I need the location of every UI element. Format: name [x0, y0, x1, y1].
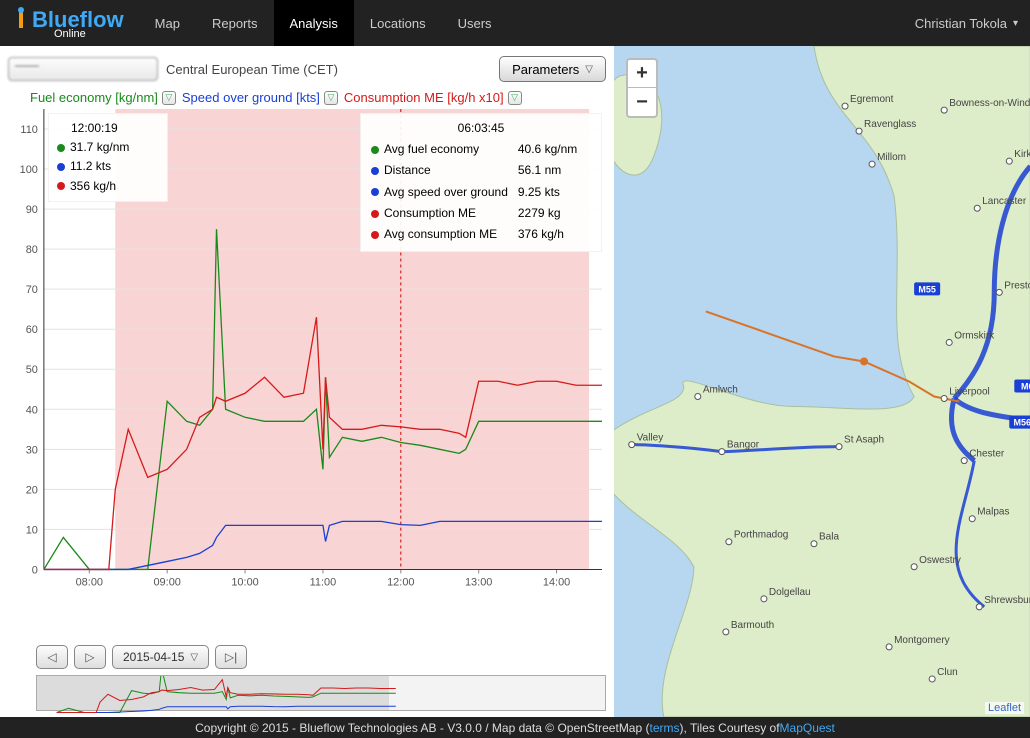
- footer-text: Copyright © 2015 - Blueflow Technologies…: [195, 721, 649, 735]
- svg-text:Lancaster: Lancaster: [982, 196, 1027, 207]
- timezone-label: Central European Time (CET): [166, 62, 338, 77]
- svg-text:M55: M55: [918, 284, 936, 294]
- svg-text:Shrewsbury: Shrewsbury: [984, 595, 1030, 606]
- date-picker[interactable]: 2015-04-15 ▽: [112, 645, 209, 669]
- nav-reports[interactable]: Reports: [196, 0, 274, 46]
- brand-icon: [12, 6, 30, 34]
- date-label: 2015-04-15: [123, 650, 184, 664]
- parameters-button[interactable]: Parameters ▽: [499, 56, 606, 82]
- svg-text:80: 80: [26, 244, 38, 256]
- svg-text:M6: M6: [1021, 382, 1030, 392]
- svg-text:Valley: Valley: [637, 433, 664, 444]
- leaflet-attrib[interactable]: Leaflet: [985, 702, 1024, 714]
- legend-speed[interactable]: Speed over ground [kts]: [182, 90, 320, 105]
- nav-items: Map Reports Analysis Locations Users: [139, 0, 508, 46]
- svg-text:Bangor: Bangor: [727, 440, 760, 451]
- zoom-out-button[interactable]: −: [628, 88, 656, 116]
- svg-text:12:00: 12:00: [387, 576, 414, 588]
- legend-speed-toggle[interactable]: ▽: [324, 91, 338, 105]
- svg-text:Porthmadog: Porthmadog: [734, 530, 788, 541]
- svg-text:50: 50: [26, 364, 38, 376]
- svg-text:60: 60: [26, 324, 38, 336]
- svg-text:10: 10: [26, 524, 38, 536]
- overview-chart[interactable]: [36, 675, 606, 711]
- svg-text:40: 40: [26, 404, 38, 416]
- chevron-down-icon: ▽: [585, 64, 593, 75]
- svg-text:Montgomery: Montgomery: [894, 635, 950, 646]
- svg-text:0: 0: [32, 564, 38, 576]
- brand-sub: Online: [54, 28, 139, 40]
- analysis-pane: —— Central European Time (CET) Parameter…: [0, 46, 614, 717]
- next-frame-button[interactable]: ▷: [74, 645, 106, 669]
- svg-text:Malpas: Malpas: [977, 507, 1009, 518]
- svg-text:Ravenglass: Ravenglass: [864, 119, 916, 130]
- caret-icon: ▾: [1013, 18, 1018, 29]
- timeline: ◁ ▷ 2015-04-15 ▽ ▷|: [8, 645, 606, 717]
- prev-frame-button[interactable]: ◁: [36, 645, 68, 669]
- svg-text:Clun: Clun: [937, 667, 958, 678]
- legend-fuel-toggle[interactable]: ▽: [162, 91, 176, 105]
- svg-text:70: 70: [26, 284, 38, 296]
- svg-text:Bala: Bala: [819, 532, 839, 543]
- legend-fuel[interactable]: Fuel economy [kg/nm]: [30, 90, 158, 105]
- map[interactable]: M55 M6 M56 Egremont Ravenglass Bowness-on-Win…: [614, 46, 1030, 717]
- svg-text:Millom: Millom: [877, 152, 906, 163]
- footer-mapquest-link[interactable]: MapQuest: [780, 721, 835, 735]
- navbar: Blueflow Online Map Reports Analysis Loc…: [0, 0, 1030, 46]
- svg-text:Amlwch: Amlwch: [703, 385, 738, 396]
- main-chart[interactable]: 0 10 20 30 40 50 60 70 80 90 100 110 08:00 09:00 10:00…: [8, 105, 606, 639]
- svg-text:Liverpool: Liverpool: [949, 387, 990, 398]
- svg-text:Barmouth: Barmouth: [731, 620, 774, 631]
- svg-text:10:00: 10:00: [231, 576, 258, 588]
- svg-text:90: 90: [26, 204, 38, 216]
- jump-latest-button[interactable]: ▷|: [215, 645, 247, 669]
- nav-locations[interactable]: Locations: [354, 0, 442, 46]
- nav-analysis[interactable]: Analysis: [274, 0, 354, 46]
- svg-text:Egremont: Egremont: [850, 94, 894, 105]
- hover-tooltip-range: 06:03:45 Avg fuel economy40.6 kg/nmDista…: [360, 113, 602, 252]
- svg-text:30: 30: [26, 444, 38, 456]
- svg-text:Bowness-on-Windermere: Bowness-on-Windermere: [949, 98, 1030, 109]
- chevron-down-icon: ▽: [190, 652, 198, 663]
- nav-users[interactable]: Users: [442, 0, 508, 46]
- parameters-label: Parameters: [512, 62, 579, 77]
- legend-cons-toggle[interactable]: ▽: [508, 91, 522, 105]
- svg-text:Chester: Chester: [969, 449, 1005, 460]
- svg-text:08:00: 08:00: [76, 576, 103, 588]
- svg-text:14:00: 14:00: [543, 576, 570, 588]
- svg-text:09:00: 09:00: [153, 576, 180, 588]
- svg-text:Oswestry: Oswestry: [919, 555, 961, 566]
- hover-duration: 06:03:45: [369, 119, 593, 138]
- user-menu[interactable]: Christian Tokola ▾: [915, 16, 1018, 31]
- svg-text:St Asaph: St Asaph: [844, 435, 884, 446]
- svg-text:M56: M56: [1014, 418, 1030, 428]
- zoom-control: + −: [626, 58, 658, 118]
- svg-text:13:00: 13:00: [465, 576, 492, 588]
- svg-text:20: 20: [26, 484, 38, 496]
- footer-terms-link[interactable]: terms: [650, 721, 680, 735]
- svg-text:Ormskirk: Ormskirk: [954, 330, 995, 341]
- brand[interactable]: Blueflow Online: [12, 6, 139, 40]
- svg-text:Preston: Preston: [1004, 280, 1030, 291]
- nav-map[interactable]: Map: [139, 0, 196, 46]
- svg-text:11:00: 11:00: [310, 576, 337, 588]
- ship-select[interactable]: ——: [8, 57, 158, 81]
- svg-text:Dolgellau: Dolgellau: [769, 587, 811, 598]
- chart-legend: Fuel economy [kg/nm] ▽ Speed over ground …: [30, 90, 606, 105]
- user-name: Christian Tokola: [915, 16, 1007, 31]
- footer-text2: ), Tiles Courtesy of: [680, 721, 780, 735]
- hover-time: 12:00:19: [57, 119, 159, 138]
- legend-cons[interactable]: Consumption ME [kg/h x10]: [344, 90, 504, 105]
- svg-text:100: 100: [20, 164, 38, 176]
- footer: Copyright © 2015 - Blueflow Technologies…: [0, 717, 1030, 738]
- zoom-in-button[interactable]: +: [628, 60, 656, 88]
- svg-text:110: 110: [20, 124, 37, 136]
- svg-text:Kirkby: Kirkby: [1014, 149, 1030, 160]
- hover-tooltip-point: 12:00:19 31.7 kg/nm11.2 kts356 kg/h: [48, 113, 168, 202]
